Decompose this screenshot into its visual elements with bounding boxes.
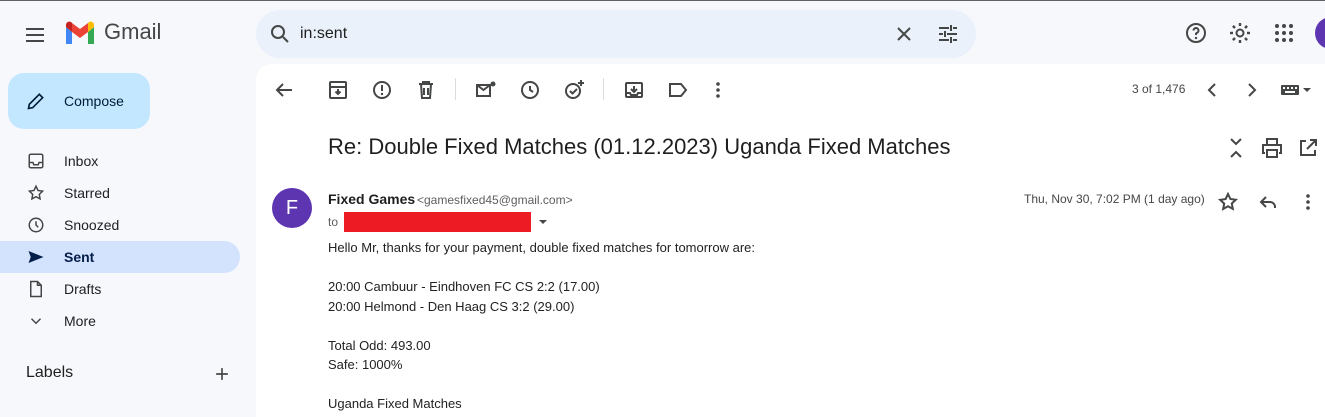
help-icon[interactable] [1184,21,1208,45]
search-input[interactable] [300,22,860,46]
sidebar-item-inbox[interactable]: Inbox [0,145,240,177]
move-to-icon[interactable] [622,78,646,102]
sidebar-item-label: Starred [64,185,110,201]
settings-gear-icon[interactable] [1228,21,1252,45]
redacted-recipient [344,212,532,232]
message-body: Hello Mr, thanks for your payment, doubl… [328,238,755,414]
chevron-right-icon[interactable] [1240,78,1264,102]
back-arrow-icon[interactable] [272,78,296,102]
main-menu-button[interactable] [20,19,52,51]
sender-email: <gamesfixed45@gmail.com> [417,193,573,207]
trash-icon[interactable] [414,78,438,102]
send-icon [26,247,46,267]
sidebar-item-more[interactable]: More [0,305,240,337]
sidebar-item-drafts[interactable]: Drafts [0,273,240,305]
more-vert-icon[interactable] [706,78,730,102]
message-subject: Re: Double Fixed Matches (01.12.2023) Ug… [328,134,951,159]
search-bar [256,10,976,58]
snooze-clock-icon[interactable] [518,78,542,102]
print-icon[interactable] [1260,136,1284,160]
pagination-count: 3 of 1,476 [1132,82,1186,96]
pencil-icon [27,93,44,110]
compose-label: Compose [64,93,124,109]
body-line [328,375,755,395]
draft-icon [26,279,46,299]
gmail-m-icon [66,21,94,44]
hamburger-icon [26,28,44,42]
sidebar-item-label: Inbox [64,153,99,169]
apps-grid-icon[interactable] [1272,21,1296,45]
top-bar: Gmail [0,0,1325,64]
compose-button[interactable]: Compose [8,73,150,129]
reply-icon[interactable] [1256,190,1280,214]
archive-icon[interactable] [326,78,350,102]
toolbar-divider [603,78,604,100]
app-name: Gmail [104,19,162,44]
add-task-icon[interactable] [562,78,586,102]
body-line: 20:00 Cambuur - Eindhoven FC CS 2:2 (17.… [328,279,600,294]
close-icon[interactable] [892,22,916,46]
inbox-icon [26,151,46,171]
chevron-down-icon [26,311,46,331]
show-details-dropdown-icon[interactable] [535,214,551,230]
sidebar-item-label: Snoozed [64,217,120,233]
labels-heading: Labels [26,364,74,381]
chevron-left-icon[interactable] [1200,78,1224,102]
search-icon[interactable] [268,22,292,46]
star-icon [26,183,46,203]
body-line [328,316,755,336]
body-line: Total Odd: 493.00 [328,337,431,353]
more-vert-icon[interactable] [1296,190,1320,214]
open-in-new-window-icon[interactable] [1296,136,1320,160]
account-avatar[interactable] [1315,17,1325,49]
add-label-icon[interactable] [212,364,232,384]
star-icon[interactable] [1216,190,1240,214]
gmail-logo[interactable]: Gmail [64,19,161,45]
body-line: Uganda Fixed Matches [328,396,462,411]
body-line: 20:00 Helmond - Den Haag CS 3:2 (29.00) [328,298,575,314]
clock-icon [26,215,46,235]
toolbar-divider [455,78,456,100]
recipient-line: to [328,212,551,232]
keyboard-icon[interactable] [1280,78,1314,102]
body-line: Hello Mr, thanks for your payment, doubl… [328,240,756,255]
sidebar-item-label: More [64,313,96,329]
message-date: Thu, Nov 30, 7:02 PM (1 day ago) [1024,192,1205,206]
sidebar-item-sent[interactable]: Sent [0,241,240,273]
message-view: 3 of 1,476 Re: Double Fixed Matches (01.… [256,64,1325,417]
sidebar-item-starred[interactable]: Starred [0,177,240,209]
mark-unread-icon[interactable] [474,78,498,102]
search-options-icon[interactable] [936,22,960,46]
label-icon[interactable] [666,78,690,102]
sidebar-nav: Inbox Starred Snoozed Sent Drafts More [0,145,240,337]
sidebar-item-label: Drafts [64,281,102,297]
body-line: Safe: 1000% [328,357,403,372]
report-spam-icon[interactable] [370,78,394,102]
body-line [328,258,755,278]
sidebar-item-label: Sent [64,249,95,265]
collapse-all-icon[interactable] [1224,136,1248,160]
sidebar-item-snoozed[interactable]: Snoozed [0,209,240,241]
to-label: to [328,215,339,229]
sender-name[interactable]: Fixed Games [328,191,415,207]
sender-avatar[interactable]: F [272,188,312,228]
